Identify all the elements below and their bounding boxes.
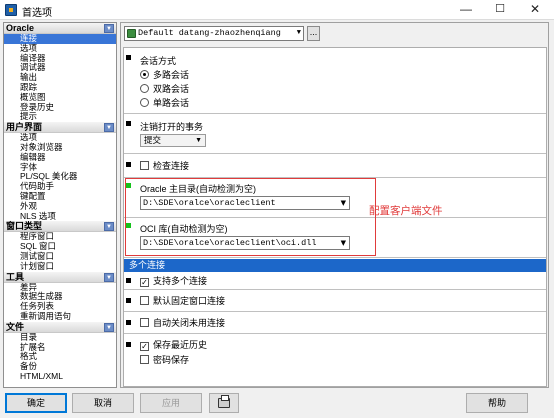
category-window-types-label: 窗口类型 [6,221,43,232]
dialog-buttons: 确定 取消 应用 帮助 [0,390,554,418]
chevron-down-icon: ▼ [296,29,301,37]
default-fixed-window-checkbox[interactable]: 默认固定窗口连接 [140,295,225,307]
sidebar-item-recall-statement[interactable]: 重新调用语句 [4,311,116,322]
radio-icon [140,84,149,93]
check-icon: ✓ [140,342,149,351]
section-marker [126,121,131,126]
preferences-sidebar: Oracle ▼ 连接 选项 编译器 调试器 输出 跟踪 概览图 登录历史 提示 … [3,22,117,388]
session-mode-section: 会话方式 多路会话 双路会话 单路会话 [124,48,546,114]
logoff-select[interactable]: 提交 ▼ [140,134,206,147]
profile-select[interactable]: Default datang-zhaozhenqiang ▼ [124,26,304,41]
radio-multi-session-label: 多路会话 [153,70,190,80]
chevron-down-icon: ▼ [195,137,202,144]
printer-icon [218,395,230,408]
category-files-label: 文件 [6,321,25,332]
profile-icon [127,29,136,38]
category-files[interactable]: 文件 ▼ [4,321,116,333]
collapse-icon[interactable]: ▼ [104,24,114,33]
title-bar: 首选项 — ☐ ✕ [0,0,554,20]
check-connection-label: 检查连接 [153,161,190,171]
cancel-button[interactable]: 取消 [72,393,134,413]
section-marker [126,342,131,347]
default-fixed-window-section: 默认固定窗口连接 [124,290,546,312]
apply-button[interactable]: 应用 [140,393,202,413]
logoff-section: 注销打开的事务 提交 ▼ [124,114,546,154]
category-oracle[interactable]: Oracle ▼ [4,23,116,34]
annotation-text: 配置客户端文件 [369,205,443,217]
radio-icon [140,70,149,79]
support-multiple-section: ✓ 支持多个连接 [124,272,546,290]
category-ui-label: 用户界面 [6,122,43,133]
radio-multi-session[interactable]: 多路会话 [140,69,189,81]
radio-dual-session-label: 双路会话 [153,84,190,94]
category-window-types[interactable]: 窗口类型 ▼ [4,221,116,233]
category-ui[interactable]: 用户界面 ▼ [4,122,116,134]
sidebar-item-html-xml[interactable]: HTML/XML [4,371,116,382]
print-button[interactable] [209,393,239,413]
category-tools[interactable]: 工具 ▼ [4,271,116,283]
save-history-checkbox[interactable]: ✓ 保存最近历史 [140,339,207,351]
sidebar-item-nls-options[interactable]: NLS 选项 [4,211,116,222]
annotation-box [125,178,376,256]
radio-dual-session[interactable]: 双路会话 [140,83,189,95]
section-marker [126,55,131,60]
default-fixed-window-label: 默认固定窗口连接 [153,296,226,306]
auto-close-checkbox[interactable]: 自动关闭未用连接 [140,317,225,329]
sidebar-item-plan-window[interactable]: 计划窗口 [4,261,116,272]
collapse-icon[interactable]: ▼ [104,123,114,133]
help-button[interactable]: 帮助 [466,393,528,413]
category-oracle-label: Oracle [6,23,35,33]
save-password-label: 密码保存 [153,355,190,365]
check-connection-checkbox[interactable]: 检查连接 [140,160,189,172]
checkbox-icon [140,355,149,364]
radio-icon [140,98,149,107]
logoff-select-value: 提交 [144,135,162,145]
logoff-title: 注销打开的事务 [140,122,204,132]
checkbox-icon [140,296,149,305]
auto-close-section: 自动关闭未用连接 [124,312,546,334]
multi-connection-header: 多个连接 [124,259,546,272]
save-history-label: 保存最近历史 [153,340,208,350]
checkbox-icon [140,161,149,170]
profile-value: Default datang-zhaozhenqiang [138,28,281,38]
auto-close-label: 自动关闭未用连接 [153,318,226,328]
collapse-icon[interactable]: ▼ [104,222,114,232]
collapse-icon[interactable]: ▼ [104,322,114,332]
checkbox-icon [140,318,149,327]
sidebar-item-hints[interactable]: 提示 [4,112,116,122]
profile-toolbar: Default datang-zhaozhenqiang ▼ ... [121,23,548,45]
section-marker [126,162,131,167]
radio-single-session-label: 单路会话 [153,98,190,108]
support-multiple-label: 支持多个连接 [153,276,208,286]
save-password-checkbox[interactable]: 密码保存 [140,354,189,366]
section-marker [126,298,131,303]
ok-button[interactable]: 确定 [5,393,67,413]
check-icon: ✓ [140,278,149,287]
radio-single-session[interactable]: 单路会话 [140,97,189,109]
collapse-icon[interactable]: ▼ [104,272,114,282]
session-mode-title: 会话方式 [140,56,177,66]
app-icon [5,4,17,16]
window-title: 首选项 [22,8,52,19]
section-marker [126,278,131,283]
support-multiple-checkbox[interactable]: ✓ 支持多个连接 [140,275,207,287]
check-connection-section: 检查连接 [124,154,546,178]
minimize-button[interactable]: — [449,0,483,20]
maximize-button[interactable]: ☐ [483,0,517,20]
close-button[interactable]: ✕ [518,0,552,20]
profile-more-button[interactable]: ... [307,26,320,41]
history-section: ✓ 保存最近历史 密码保存 [124,334,546,370]
section-marker [126,320,131,325]
category-tools-label: 工具 [6,271,25,282]
